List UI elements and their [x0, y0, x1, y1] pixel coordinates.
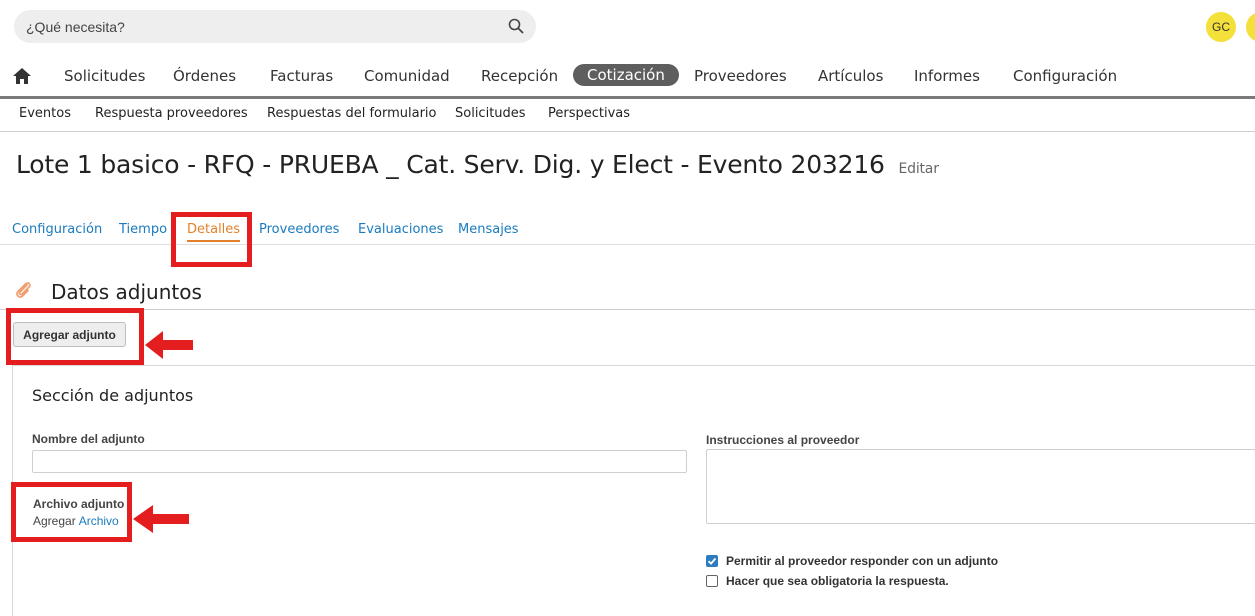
checkmark-icon — [707, 557, 717, 565]
avatar[interactable]: GC — [1206, 12, 1236, 42]
nav-proveedores[interactable]: Proveedores — [694, 66, 787, 86]
sub-nav: Eventos Respuesta proveedores Respuestas… — [0, 99, 1255, 132]
supplier-instructions-label: Instrucciones al proveedor — [706, 433, 860, 447]
paperclip-icon — [16, 282, 31, 298]
tab-evaluaciones[interactable]: Evaluaciones — [358, 222, 443, 237]
attachment-name-label: Nombre del adjunto — [32, 432, 145, 446]
attachments-title: Datos adjuntos — [51, 280, 202, 304]
home-icon[interactable] — [12, 67, 32, 85]
main-nav: Solicitudes Órdenes Facturas Comunidad R… — [0, 58, 1255, 99]
nav-solicitudes[interactable]: Solicitudes — [64, 66, 145, 86]
annotation-arrow-icon — [133, 505, 189, 533]
annotation-arrow-icon — [145, 331, 193, 359]
attachment-name-input[interactable] — [32, 450, 687, 473]
subnav-eventos[interactable]: Eventos — [19, 106, 71, 121]
page-title-text: Lote 1 basico - RFQ - PRUEBA _ Cat. Serv… — [16, 150, 885, 179]
attachment-section-title: Sección de adjuntos — [32, 386, 194, 405]
required-response-label: Hacer que sea obligatoria la respuesta. — [726, 574, 949, 588]
tab-tiempo[interactable]: Tiempo — [119, 222, 167, 237]
divider — [0, 309, 1255, 310]
nav-recepcion[interactable]: Recepción — [481, 66, 558, 86]
required-response-checkbox[interactable] — [706, 575, 718, 587]
tab-mensajes[interactable]: Mensajes — [458, 222, 519, 237]
search-bar[interactable] — [14, 10, 536, 43]
avatar-partial[interactable] — [1246, 12, 1255, 42]
allow-attachment-label: Permitir al proveedor responder con un a… — [726, 554, 999, 568]
subnav-respuestas-formulario[interactable]: Respuestas del formulario — [267, 106, 436, 121]
subnav-respuesta-proveedores[interactable]: Respuesta proveedores — [95, 106, 248, 121]
allow-attachment-checkbox[interactable] — [706, 555, 718, 567]
nav-articulos[interactable]: Artículos — [818, 66, 883, 86]
search-input[interactable] — [26, 10, 496, 43]
edit-link[interactable]: Editar — [899, 161, 939, 177]
subnav-perspectivas[interactable]: Perspectivas — [548, 106, 630, 121]
tab-proveedores[interactable]: Proveedores — [259, 222, 339, 237]
annotation-box-file — [11, 482, 132, 542]
annotation-box-detalles — [171, 212, 252, 267]
nav-ordenes[interactable]: Órdenes — [173, 66, 236, 86]
search-icon[interactable] — [508, 18, 524, 34]
nav-informes[interactable]: Informes — [914, 66, 980, 86]
nav-configuracion[interactable]: Configuración — [1013, 66, 1117, 86]
tab-configuracion[interactable]: Configuración — [12, 222, 102, 237]
supplier-instructions-textarea[interactable] — [706, 449, 1255, 524]
subnav-solicitudes[interactable]: Solicitudes — [455, 106, 526, 121]
nav-cotizacion[interactable]: Cotización — [573, 64, 679, 86]
page-title: Lote 1 basico - RFQ - PRUEBA _ Cat. Serv… — [16, 150, 939, 179]
annotation-box-add-attachment — [6, 308, 144, 365]
nav-comunidad[interactable]: Comunidad — [364, 66, 450, 86]
nav-facturas[interactable]: Facturas — [270, 66, 333, 86]
